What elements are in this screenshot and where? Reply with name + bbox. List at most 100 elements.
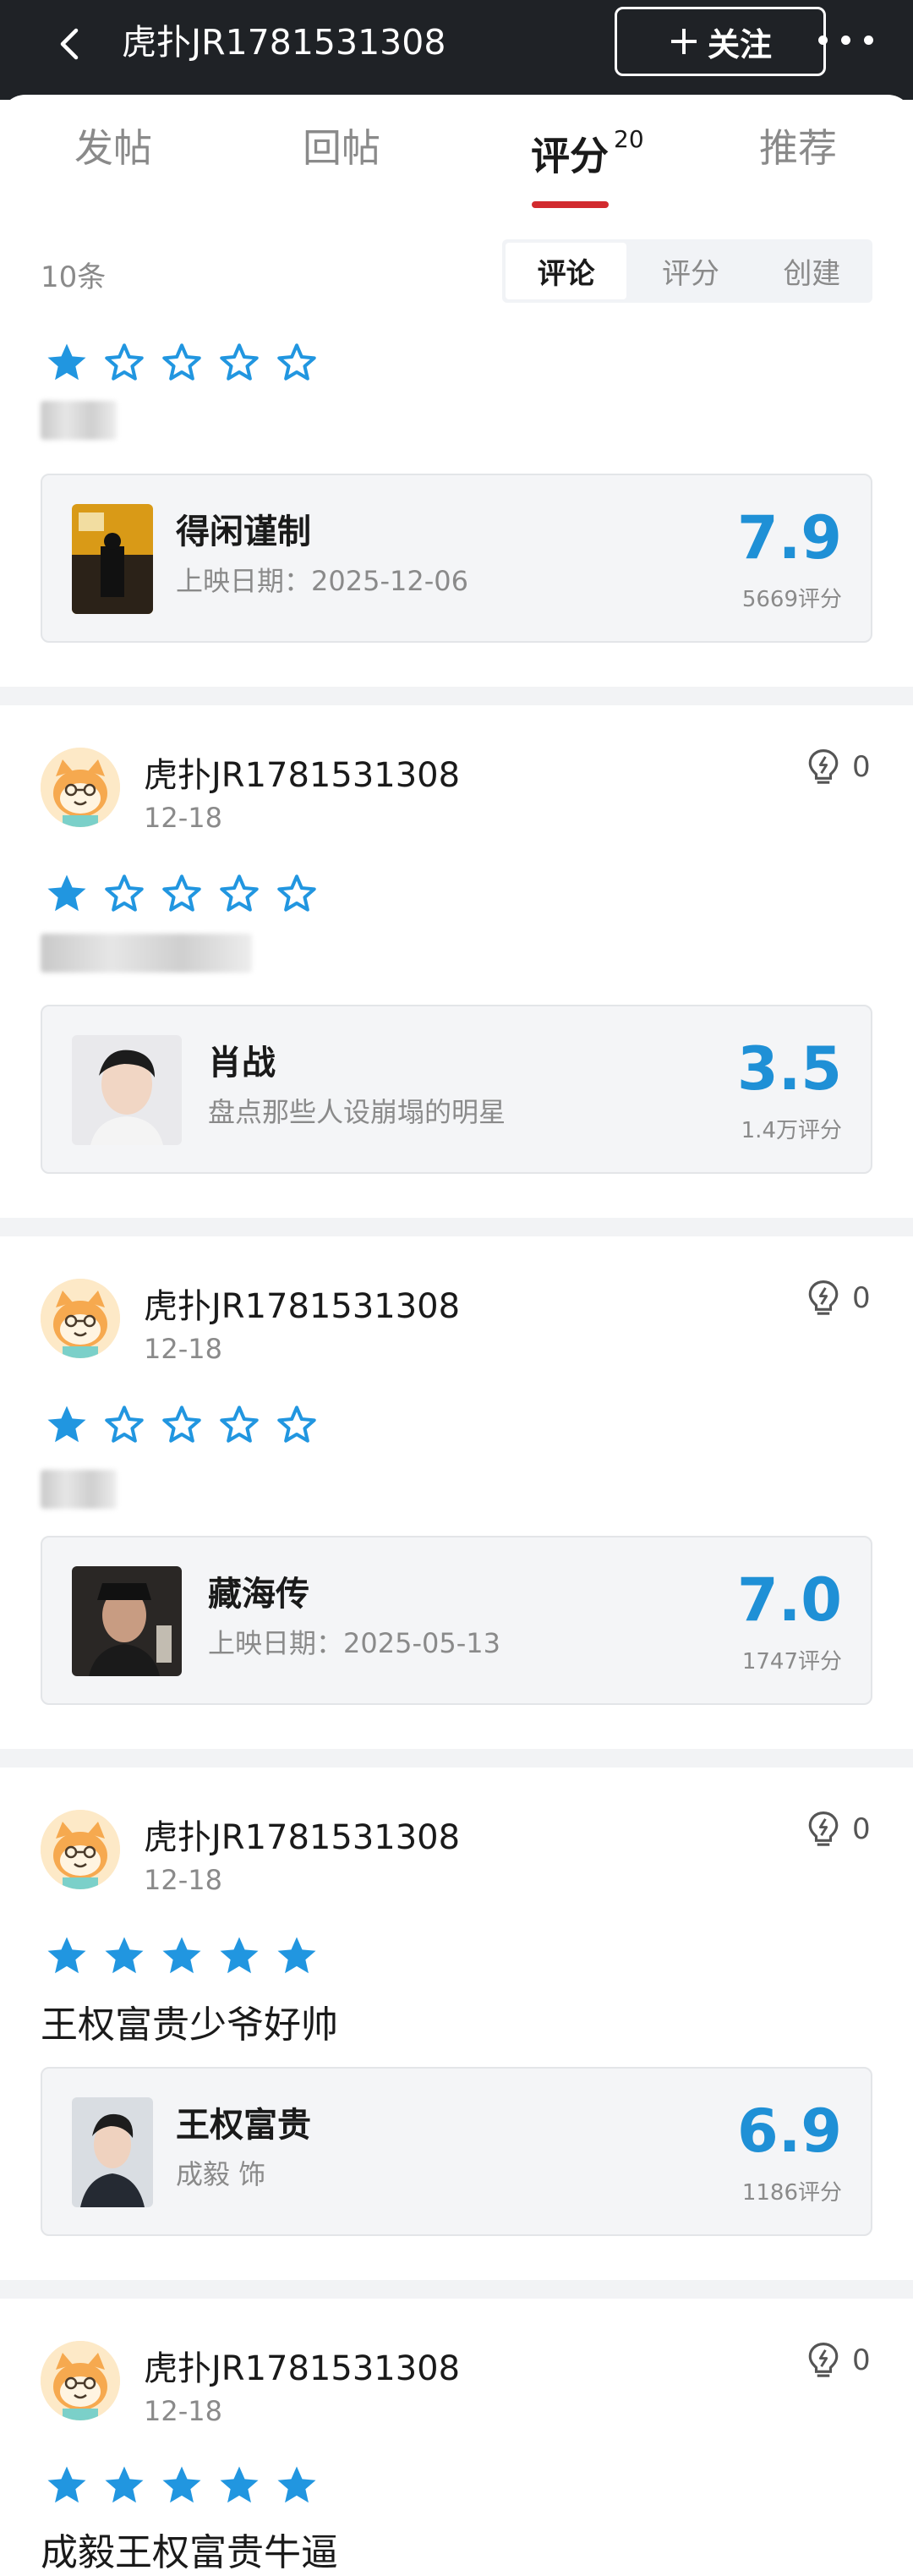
tab-ratings-badge: 20 [614,125,644,153]
item-score: 7.0 [736,1565,842,1635]
poster-thumbnail [72,1566,182,1676]
segment-created[interactable]: 创建 [752,239,872,303]
username[interactable]: 虎扑JR1781531308 [144,2341,460,2390]
item-subtitle: 成毅 饰 [176,2158,266,2190]
item-count: 10条 [41,260,107,294]
avatar[interactable] [41,2341,120,2420]
like-button[interactable]: 0 [806,1810,871,1849]
section-divider [0,687,913,705]
active-tab-indicator [532,201,609,208]
lightbulb-icon [806,1810,840,1849]
star-filled-icon [216,1933,262,1979]
star-filled-icon [274,1933,320,1979]
blurred-comment [41,934,252,973]
star-empty-icon [216,871,262,917]
like-button[interactable]: 0 [806,2341,871,2380]
item-title: 得闲谨制 [176,512,311,551]
like-button[interactable]: 0 [806,748,871,787]
post-date: 12-18 [144,802,222,834]
username[interactable]: 虎扑JR1781531308 [144,1810,460,1859]
rated-item-card[interactable]: 王权富贵 成毅 饰 6.9 1186评分 [41,2067,872,2236]
rated-item-card[interactable]: 藏海传 上映日期：2025-05-13 7.0 1747评分 [41,1536,872,1705]
star-filled-icon [44,1402,90,1448]
username[interactable]: 虎扑JR1781531308 [144,1279,460,1328]
post-date: 12-18 [144,2395,222,2427]
star-empty-icon [216,340,262,386]
item-subtitle: 盘点那些人设崩塌的明星 [208,1096,506,1128]
person-thumbnail [72,2097,153,2207]
item-rating-count: 5669评分 [741,587,842,612]
star-filled-icon [44,871,90,917]
blurred-comment [41,401,117,440]
star-empty-icon [101,871,147,917]
section-divider [0,1218,913,1236]
blurred-comment [41,1470,117,1509]
star-filled-icon [44,2463,90,2508]
item-subtitle: 上映日期：2025-12-06 [176,565,468,597]
star-filled-icon [159,2463,205,2508]
item-rating-count: 1747评分 [741,1649,842,1674]
tab-ratings-label: 评分 [531,133,609,179]
lightbulb-icon [806,2341,840,2380]
star-rating [44,1933,320,1979]
section-divider [0,2280,913,2299]
star-empty-icon [159,871,205,917]
avatar[interactable] [41,1810,120,1889]
star-filled-icon [44,340,90,386]
item-subtitle: 上映日期：2025-05-13 [208,1627,500,1659]
item-score: 7.9 [736,503,842,573]
lightbulb-icon [806,1279,840,1318]
star-rating [44,2463,320,2508]
star-empty-icon [216,1402,262,1448]
filter-segmented-control: 评论 评分 创建 [502,239,872,303]
comment-text: 王权富贵少爷好帅 [41,2003,338,2047]
tab-recommend[interactable]: 推荐 [759,118,837,178]
star-filled-icon [101,1933,147,1979]
item-rating-count: 1186评分 [741,2180,842,2206]
tab-ratings[interactable]: 评分 20 [531,118,644,185]
star-empty-icon [101,1402,147,1448]
like-button[interactable]: 0 [806,1279,871,1318]
avatar[interactable] [41,748,120,827]
tab-posts[interactable]: 发帖 [74,118,152,178]
like-count: 0 [852,2343,871,2377]
back-arrow-icon[interactable] [51,24,91,64]
star-filled-icon [44,1933,90,1979]
item-score: 3.5 [736,1034,842,1104]
rated-item-card[interactable]: 得闲谨制 上映日期：2025-12-06 7.9 5669评分 [41,474,872,643]
star-filled-icon [274,2463,320,2508]
post-date: 12-18 [144,1864,222,1896]
like-count: 0 [852,1281,871,1315]
star-filled-icon [101,2463,147,2508]
star-rating [44,871,320,917]
avatar[interactable] [41,1279,120,1358]
item-score: 6.9 [736,2096,842,2166]
tab-replies[interactable]: 回帖 [303,118,380,178]
more-icon[interactable] [818,36,873,45]
section-divider [0,1749,913,1768]
like-count: 0 [852,750,871,784]
item-title: 藏海传 [208,1575,309,1614]
profile-tabs: 发帖 回帖 评分 20 推荐 [0,118,913,178]
star-empty-icon [101,340,147,386]
star-filled-icon [159,1933,205,1979]
post-date: 12-18 [144,1333,222,1365]
star-empty-icon [159,340,205,386]
item-title: 肖战 [208,1044,276,1082]
follow-label: 关注 [707,25,772,63]
item-title: 王权富贵 [176,2106,311,2145]
rated-item-card[interactable]: 肖战 盘点那些人设崩塌的明星 3.5 1.4万评分 [41,1005,872,1174]
comment-text: 成毅王权富贵牛逼 [41,2531,338,2574]
poster-thumbnail [72,504,153,614]
like-count: 0 [852,1812,871,1846]
top-bar: 虎扑JR1781531308 关注 [0,0,913,100]
star-empty-icon [274,340,320,386]
plus-icon [670,29,697,54]
segment-ratings[interactable]: 评分 [630,239,751,303]
username[interactable]: 虎扑JR1781531308 [144,748,460,797]
profile-title: 虎扑JR1781531308 [122,22,446,63]
follow-button[interactable]: 关注 [615,7,826,76]
lightbulb-icon [806,748,840,787]
star-rating [44,340,320,386]
segment-comments[interactable]: 评论 [506,243,627,299]
